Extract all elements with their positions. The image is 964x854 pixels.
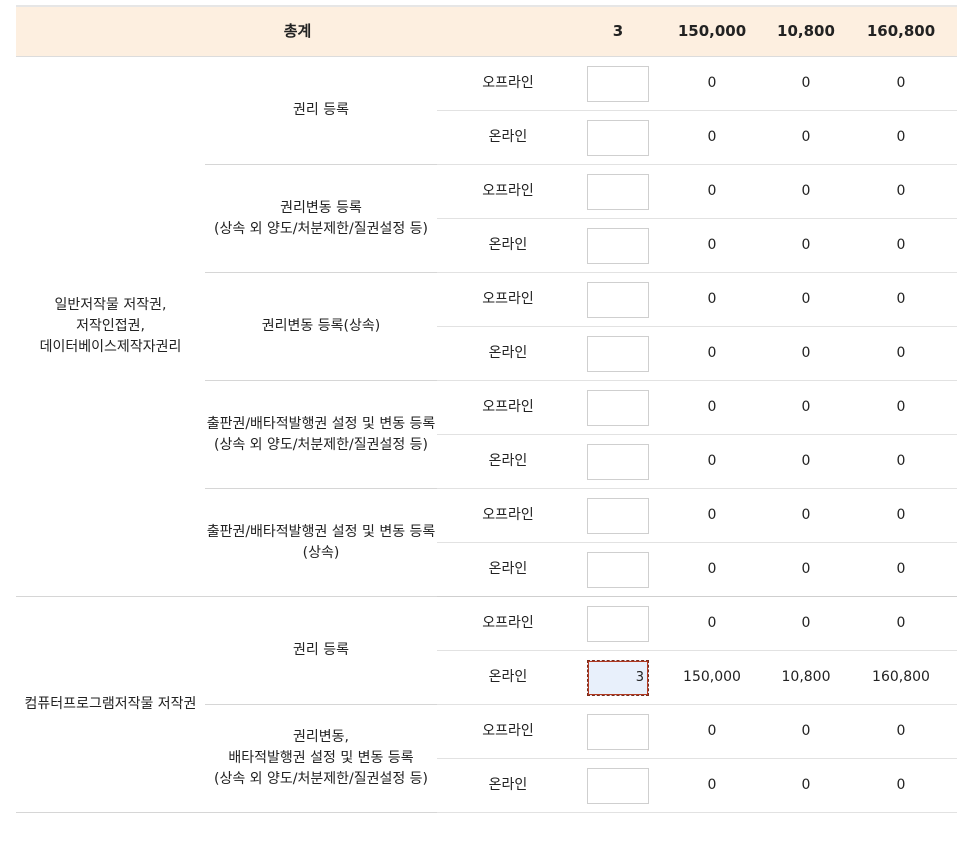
tax-value: 0 xyxy=(767,434,845,489)
tax-value: 0 xyxy=(767,704,845,759)
tax-value: 10,800 xyxy=(767,650,845,705)
fee-value: 0 xyxy=(657,326,767,381)
item-label: 권리 등록 xyxy=(205,56,437,165)
sum-value: 0 xyxy=(845,110,957,165)
quantity-input[interactable] xyxy=(587,443,649,480)
sum-value: 0 xyxy=(845,164,957,219)
tax-value: 0 xyxy=(767,56,845,111)
sum-value: 0 xyxy=(845,56,957,111)
fee-value: 0 xyxy=(657,758,767,813)
sum-value: 0 xyxy=(845,272,957,327)
method-label: 오프라인 xyxy=(437,488,579,543)
item-label: 권리 등록 xyxy=(205,596,437,705)
method-label: 온라인 xyxy=(437,758,579,813)
fee-value: 0 xyxy=(657,110,767,165)
tax-value: 0 xyxy=(767,488,845,543)
fee-value: 0 xyxy=(657,56,767,111)
sum-value: 160,800 xyxy=(845,650,957,705)
group-name: 일반저작물 저작권, 저작인접권, 데이터베이스제작자권리 xyxy=(16,56,205,597)
total-fee: 150,000 xyxy=(657,7,767,57)
item-label: 출판권/배타적발행권 설정 및 변동 등록 (상속 외 양도/처분제한/질권설정… xyxy=(205,380,437,489)
method-label: 오프라인 xyxy=(437,596,579,651)
fee-value: 0 xyxy=(657,272,767,327)
method-label: 온라인 xyxy=(437,326,579,381)
tax-value: 0 xyxy=(767,164,845,219)
sum-value: 0 xyxy=(845,488,957,543)
item-label: 권리변동 등록(상속) xyxy=(205,272,437,381)
fee-value: 0 xyxy=(657,434,767,489)
total-sum: 160,800 xyxy=(845,7,957,57)
quantity-input[interactable] xyxy=(587,389,649,426)
quantity-input[interactable] xyxy=(587,497,649,534)
total-label: 총계 xyxy=(16,7,579,57)
sum-value: 0 xyxy=(845,542,957,597)
item-label: 권리변동, 배타적발행권 설정 및 변동 등록 (상속 외 양도/처분제한/질권… xyxy=(205,704,437,813)
quantity-input[interactable] xyxy=(587,227,649,264)
sum-value: 0 xyxy=(845,758,957,813)
quantity-input-focused[interactable] xyxy=(587,659,649,696)
total-qty: 3 xyxy=(579,7,657,57)
method-label: 오프라인 xyxy=(437,380,579,435)
method-label: 오프라인 xyxy=(437,272,579,327)
total-tax: 10,800 xyxy=(767,7,845,57)
sum-value: 0 xyxy=(845,596,957,651)
method-label: 온라인 xyxy=(437,650,579,705)
tax-value: 0 xyxy=(767,326,845,381)
group-name: 컴퓨터프로그램저작물 저작권 xyxy=(16,596,205,813)
sum-value: 0 xyxy=(845,380,957,435)
quantity-input[interactable] xyxy=(587,767,649,804)
fee-table: 총계 3 150,000 10,800 160,800 일반저작물 저작권, 저… xyxy=(16,7,957,813)
method-label: 온라인 xyxy=(437,434,579,489)
method-label: 온라인 xyxy=(437,218,579,273)
table-row: 일반저작물 저작권, 저작인접권, 데이터베이스제작자권리 권리 등록 오프라인… xyxy=(16,56,957,597)
tax-value: 0 xyxy=(767,542,845,597)
sum-value: 0 xyxy=(845,434,957,489)
method-label: 오프라인 xyxy=(437,56,579,111)
quantity-input[interactable] xyxy=(587,551,649,588)
tax-value: 0 xyxy=(767,110,845,165)
tax-value: 0 xyxy=(767,596,845,651)
tax-value: 0 xyxy=(767,380,845,435)
fee-value: 0 xyxy=(657,596,767,651)
total-row: 총계 3 150,000 10,800 160,800 xyxy=(16,7,957,57)
fee-value: 0 xyxy=(657,704,767,759)
tax-value: 0 xyxy=(767,218,845,273)
fee-value: 0 xyxy=(657,542,767,597)
tax-value: 0 xyxy=(767,758,845,813)
fee-value: 0 xyxy=(657,380,767,435)
quantity-input[interactable] xyxy=(587,173,649,210)
sum-value: 0 xyxy=(845,218,957,273)
method-label: 온라인 xyxy=(437,110,579,165)
quantity-input[interactable] xyxy=(587,281,649,318)
sum-value: 0 xyxy=(845,704,957,759)
quantity-input[interactable] xyxy=(587,605,649,642)
fee-value: 0 xyxy=(657,488,767,543)
item-label: 권리변동 등록 (상속 외 양도/처분제한/질권설정 등) xyxy=(205,164,437,273)
quantity-input[interactable] xyxy=(587,335,649,372)
method-label: 오프라인 xyxy=(437,704,579,759)
fee-value: 0 xyxy=(657,218,767,273)
table-row: 컴퓨터프로그램저작물 저작권 권리 등록 오프라인 0 0 0 xyxy=(16,596,957,813)
tax-value: 0 xyxy=(767,272,845,327)
method-label: 온라인 xyxy=(437,542,579,597)
quantity-input[interactable] xyxy=(587,713,649,750)
quantity-input[interactable] xyxy=(587,119,649,156)
method-label: 오프라인 xyxy=(437,164,579,219)
fee-value: 150,000 xyxy=(657,650,767,705)
sum-value: 0 xyxy=(845,326,957,381)
item-label: 출판권/배타적발행권 설정 및 변동 등록 (상속) xyxy=(205,488,437,597)
fee-value: 0 xyxy=(657,164,767,219)
quantity-input[interactable] xyxy=(587,65,649,102)
